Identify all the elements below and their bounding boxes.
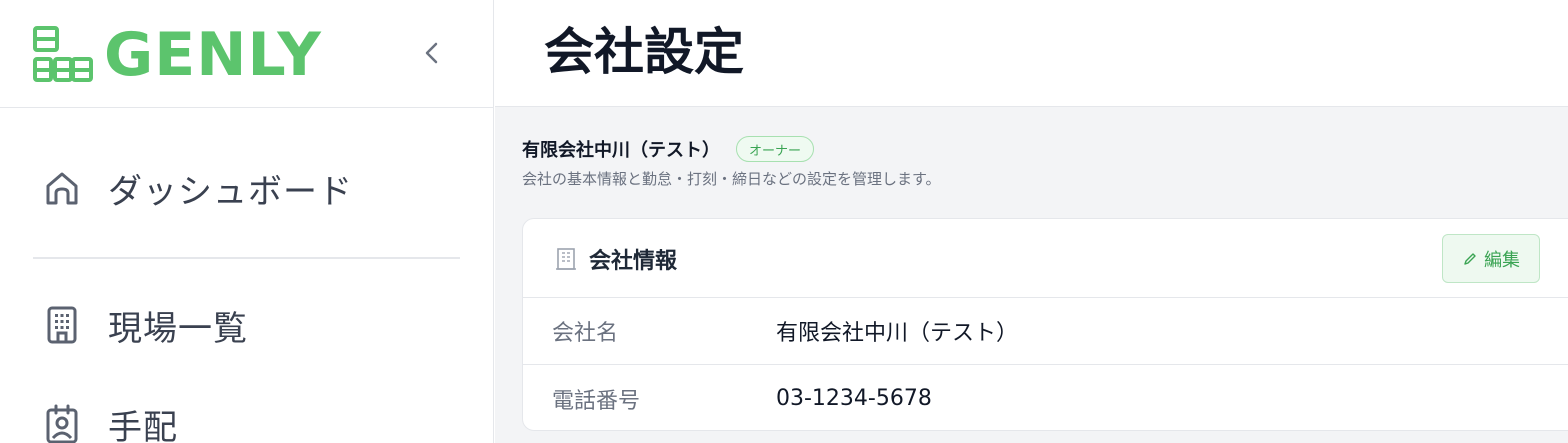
- company-description: 会社の基本情報と勤怠・打刻・締日などの設定を管理します。: [522, 170, 941, 188]
- field-value: 有限会社中川（テスト）: [776, 321, 1019, 346]
- company-name: 有限会社中川（テスト）: [522, 140, 720, 161]
- sidebar-item-label: ダッシュボード: [108, 171, 353, 212]
- brand-header: GENLY: [0, 0, 494, 108]
- field-label: 会社名: [552, 321, 619, 346]
- pencil-icon: [1464, 252, 1476, 265]
- sidebar-item-label: 現場一覧: [108, 308, 248, 349]
- sidebar-item-arrangement[interactable]: 手配: [0, 389, 494, 443]
- edit-button-label: 編集: [1484, 249, 1520, 271]
- info-row-company-name: 会社名 有限会社中川（テスト）: [523, 298, 1568, 365]
- main-content: 会社設定 有限会社中川（テスト） オーナー 会社の基本情報と勤怠・打刻・締日など…: [495, 0, 1568, 443]
- sidebar-item-label: 手配: [108, 407, 178, 443]
- edit-button[interactable]: 編集: [1442, 234, 1540, 283]
- sidebar-item-sites[interactable]: 現場一覧: [0, 290, 494, 360]
- office-building-icon: [556, 248, 576, 270]
- card-header: 会社情報 編集: [523, 219, 1568, 298]
- role-badge: オーナー: [736, 136, 815, 162]
- page-title: 会社設定: [544, 23, 744, 81]
- sidebar-divider: [33, 257, 460, 259]
- app-root: GENLY ダッシュボード 現場一覧 手配 会社設定 有限会社中川（テスト） オ…: [0, 0, 1568, 443]
- sidebar: GENLY ダッシュボード 現場一覧 手配: [0, 0, 494, 443]
- brand-logo-text: GENLY: [104, 20, 322, 90]
- field-label: 電話番号: [552, 388, 641, 414]
- sidebar-item-dashboard[interactable]: ダッシュボード: [0, 153, 494, 223]
- company-info-card: 会社情報 編集 会社名 有限会社中川（テスト） 電話番号 03-1234-567…: [522, 218, 1568, 431]
- badge-icon: [46, 404, 78, 443]
- collapse-sidebar-button[interactable]: [418, 38, 446, 68]
- company-header: 有限会社中川（テスト） オーナー: [522, 136, 815, 162]
- genly-logo-icon: [33, 26, 93, 82]
- building-icon: [47, 306, 77, 344]
- card-title: 会社情報: [589, 249, 678, 274]
- home-icon: [46, 172, 78, 205]
- field-value: 03-1234-5678: [776, 386, 932, 411]
- chevron-left-icon: [425, 42, 438, 64]
- info-row-phone: 電話番号 03-1234-5678: [523, 365, 1568, 432]
- top-header: 会社設定: [495, 0, 1568, 107]
